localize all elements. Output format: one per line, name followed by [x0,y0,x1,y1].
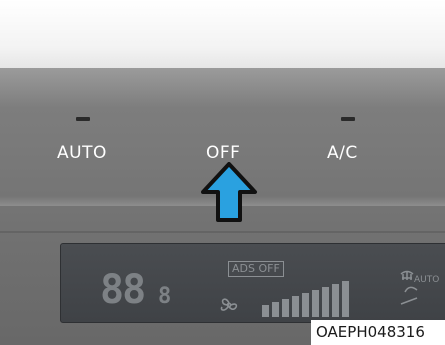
temperature-decimal: 8 [158,284,172,309]
fan-icon [220,298,238,311]
climate-control-panel-figure: AUTO OFF A/C 88 8 ADS OFF AUTO OAEPH0483… [0,0,445,345]
auto-button[interactable]: AUTO [57,143,107,163]
up-arrow-icon [201,162,257,222]
auto-indicator-light [76,117,90,121]
ac-indicator-light [341,117,355,121]
auto-mode-text: AUTO [414,275,439,285]
temperature-digits: 88 [100,267,146,313]
upper-trim [0,0,445,68]
fan-level-bar [332,284,339,317]
ac-button[interactable]: A/C [327,143,358,163]
fan-level-bar [282,299,289,317]
fan-level-bar [342,281,349,317]
fan-level-bar [322,287,329,317]
fan-level-bar [292,296,299,317]
off-button[interactable]: OFF [206,143,240,163]
fan-speed-bars [262,281,349,317]
mode-icons: AUTO [400,270,439,305]
fan-level-bar [312,290,319,317]
panel-bevel-shadow [0,231,445,233]
fan-level-bar [272,302,279,317]
fan-level-bar [262,305,269,317]
fan-level-bar [302,293,309,317]
ads-off-indicator: ADS OFF [228,261,284,277]
figure-code: OAEPH048316 [311,320,445,345]
